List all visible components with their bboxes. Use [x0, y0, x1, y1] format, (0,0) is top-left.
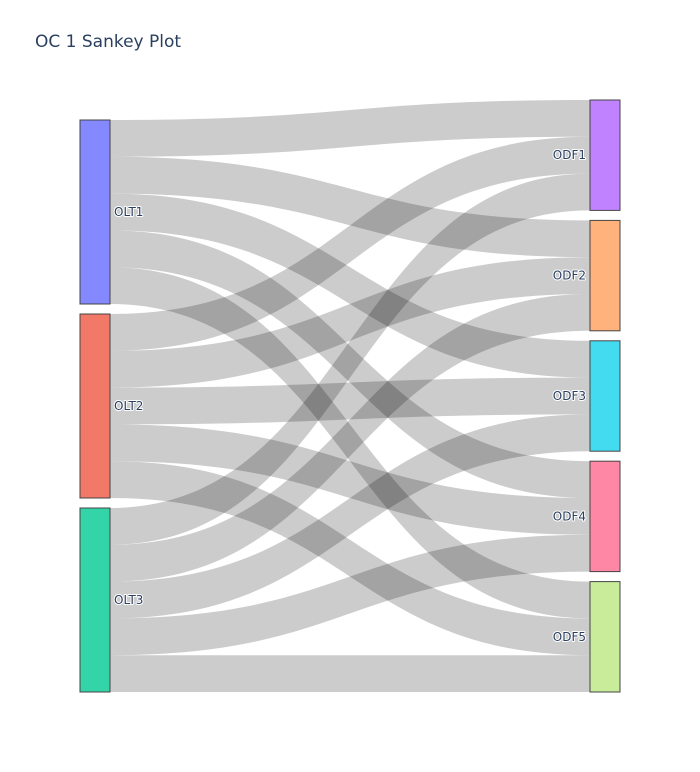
node-label-odf1: ODF1 — [553, 148, 586, 162]
node-label-odf4: ODF4 — [553, 509, 586, 523]
node-odf3[interactable] — [589, 340, 621, 452]
links-layer — [110, 100, 590, 692]
node-odf1[interactable] — [589, 99, 621, 211]
link-olt2-odf3[interactable] — [110, 377, 590, 425]
node-odf4[interactable] — [589, 460, 621, 573]
node-label-odf2: ODF2 — [553, 269, 586, 283]
node-label-olt2: OLT2 — [114, 399, 143, 413]
node-odf5[interactable] — [589, 581, 621, 693]
node-label-odf3: ODF3 — [553, 389, 586, 403]
node-label-odf5: ODF5 — [553, 630, 586, 644]
link-olt3-odf5[interactable] — [110, 655, 590, 692]
sankey-chart: OLT1 OLT2 OLT3 ODF1 ODF2 ODF3 ODF4 ODF5 — [79, 99, 621, 693]
node-odf2[interactable] — [589, 219, 621, 332]
node-olt3[interactable] — [79, 507, 111, 693]
node-olt2[interactable] — [79, 313, 111, 499]
node-label-olt3: OLT3 — [114, 593, 143, 607]
node-olt1[interactable] — [79, 119, 111, 305]
node-label-olt1: OLT1 — [114, 205, 143, 219]
